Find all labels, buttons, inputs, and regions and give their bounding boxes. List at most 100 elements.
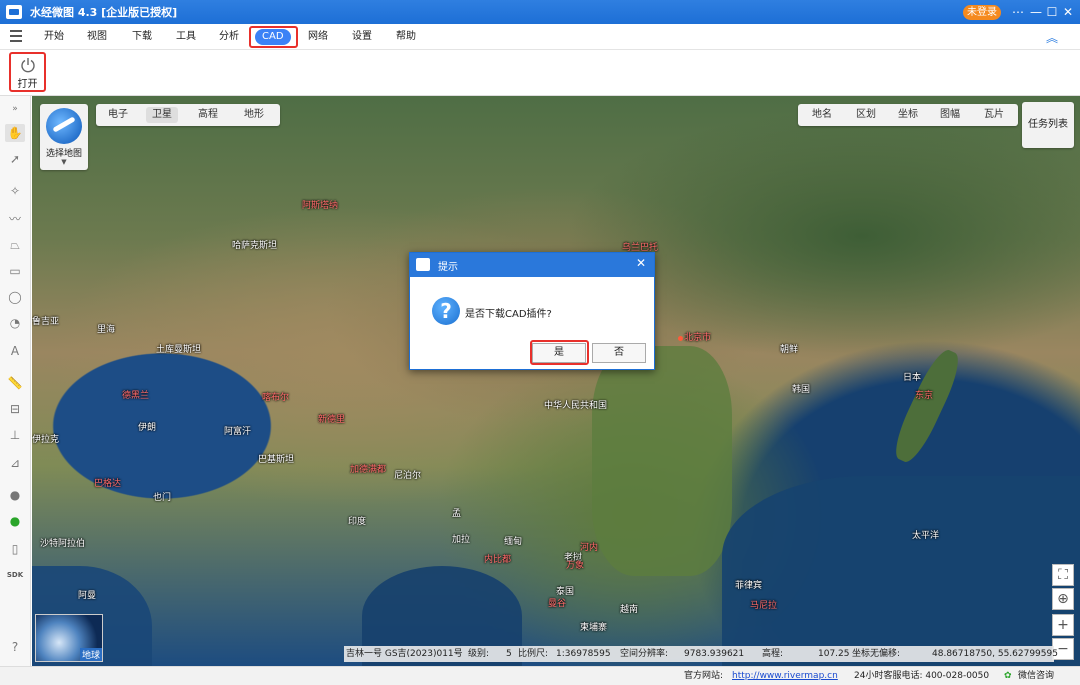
menu-settings[interactable]: 设置 [352, 29, 372, 45]
map-type-elevation[interactable]: 高程 [192, 107, 224, 123]
hotline: 24小时客服电话: 400-028-0050 [854, 671, 990, 681]
no-button[interactable]: 否 [592, 343, 646, 363]
map-status-bar: 吉林一号 GS吉(2023)011号 级别: 5 比例尺: 1:36978595… [344, 646, 1058, 662]
site-link[interactable]: http://www.rivermap.cn [732, 667, 838, 685]
maximize-button[interactable]: ☐ [1044, 4, 1060, 20]
fullscreen-icon[interactable]: ⛶ [1052, 564, 1074, 586]
layer-toggles: 地名 区划 坐标 图幅 瓦片 [798, 104, 1018, 126]
layer-sheets[interactable]: 图幅 [940, 107, 960, 123]
map-view[interactable]: 哈萨克斯坦 土库曼斯坦 阿富汗 巴基斯坦 伊朗 伊拉克 沙特阿拉伯 印度 尼泊尔… [32, 96, 1080, 666]
place-label: 里海 [97, 325, 116, 335]
city-label: 曼谷 [548, 599, 567, 609]
scale-value: 1:36978595 [556, 649, 611, 659]
menu-network[interactable]: 网络 [308, 29, 328, 45]
city-label: 新德里 [318, 415, 346, 425]
place-label: 巴基斯坦 [258, 455, 295, 465]
task-list-button[interactable]: 任务列表 [1022, 102, 1074, 148]
city-label: 巴格达 [94, 479, 122, 489]
place-label: 加拉 [452, 535, 471, 545]
wechat-consult[interactable]: 微信咨询 [1018, 667, 1054, 685]
city-label: 阿斯塔纳 [302, 201, 339, 211]
scale-label: 比例尺: [518, 649, 549, 659]
layer-color-icon[interactable]: ● [5, 486, 25, 504]
rectangle-icon[interactable]: ▭ [5, 262, 25, 280]
city-label: 河内 [580, 543, 599, 553]
download-cad-plugin-dialog: 提示 ✕ ? 是否下载CAD插件? 是 否 [409, 252, 655, 370]
place-label: 鲁吉亚 [32, 317, 60, 327]
place-label: 太平洋 [912, 531, 940, 541]
pan-hand-icon[interactable]: ✋ [5, 124, 25, 142]
city-label: 加德满都 [350, 465, 387, 475]
login-button[interactable]: 未登录 [963, 5, 1001, 20]
place-label: 伊拉克 [32, 435, 60, 445]
place-label: 阿曼 [78, 591, 97, 601]
sdk-icon[interactable]: SDK [5, 566, 25, 584]
link-icon[interactable]: ● [5, 512, 25, 530]
menu-help[interactable]: 帮助 [396, 29, 416, 45]
close-button[interactable]: ✕ [1060, 4, 1076, 20]
place-label: 阿富汗 [224, 427, 252, 437]
open-label: 打开 [17, 79, 38, 90]
more-icon[interactable]: ⋯ [1010, 4, 1026, 20]
menu-view[interactable]: 视图 [87, 29, 107, 45]
map-type-switcher: 电子 卫星 高程 地形 [96, 104, 280, 126]
sector-icon[interactable]: ◔ [5, 314, 25, 332]
data-source: 吉林一号 GS吉(2023)011号 [346, 649, 463, 659]
menu-analysis[interactable]: 分析 [219, 29, 239, 45]
layer-tiles[interactable]: 瓦片 [984, 107, 1004, 123]
profile-icon[interactable]: ⊿ [5, 454, 25, 472]
collapse-ribbon-icon[interactable]: ︽ [1046, 29, 1058, 46]
polyline-icon[interactable]: 〰 [5, 210, 25, 228]
dialog-message: 是否下载CAD插件? [465, 309, 552, 320]
map-sea-east [722, 476, 1080, 666]
dialog-title: 提示 [438, 262, 458, 273]
layer-place-names[interactable]: 地名 [812, 107, 832, 123]
zoom-in-button[interactable]: + [1052, 614, 1074, 636]
menu-start[interactable]: 开始 [44, 29, 64, 45]
place-label: 尼泊尔 [394, 471, 422, 481]
globe-plane-icon [46, 108, 82, 144]
resolution-label: 空间分辨率: [620, 649, 669, 659]
menu-download[interactable]: 下载 [132, 29, 152, 45]
text-icon[interactable]: A [5, 342, 25, 360]
select-map-button[interactable]: 选择地图 ▼ [40, 104, 88, 170]
dialog-close-icon[interactable]: ✕ [636, 256, 646, 270]
dialog-title-bar: 提示 ✕ [410, 253, 654, 277]
map-type-satellite[interactable]: 卫星 [146, 107, 178, 123]
ruler-icon[interactable]: 📏 [5, 374, 25, 392]
circle-icon[interactable]: ◯ [5, 288, 25, 306]
footer-bar: 官方网站: http://www.rivermap.cn 24小时客服电话: 4… [0, 666, 1080, 685]
city-label: 北京市 [684, 333, 712, 343]
place-label: 中华人民共和国 [544, 401, 608, 411]
phone-icon[interactable]: ▯ [5, 540, 25, 558]
menu-tools[interactable]: 工具 [176, 29, 196, 45]
place-label: 伊朗 [138, 423, 157, 433]
city-label: 万象 [566, 561, 585, 571]
expand-toolbar-icon[interactable]: » [5, 100, 25, 118]
left-toolbar: » ✋ ➚ ✧ 〰 ⏢ ▭ ◯ ◔ A 📏 ⊟ ⊥ ⊿ ● ● ▯ SDK ? [0, 96, 31, 666]
help-icon[interactable]: ? [5, 638, 25, 656]
minimize-button[interactable]: — [1028, 4, 1044, 20]
coord-value: 48.86718750, 55.62799595 [932, 649, 1058, 659]
yes-highlight-box [530, 340, 589, 365]
select-pointer-icon[interactable]: ➚ [5, 150, 25, 168]
place-label: 越南 [620, 605, 639, 615]
open-button[interactable]: 打开 [9, 52, 46, 92]
minimap-label: 地球 [80, 648, 103, 661]
point-marker-icon[interactable]: ✧ [5, 182, 25, 200]
power-icon [20, 58, 35, 73]
area-measure-icon[interactable]: ⊟ [5, 400, 25, 418]
elevation-label: 高程: [762, 649, 784, 659]
elevation-icon[interactable]: ⊥ [5, 426, 25, 444]
layer-coordinates[interactable]: 坐标 [898, 107, 918, 123]
app-logo-icon [6, 5, 22, 19]
place-label: 日本 [903, 373, 922, 383]
coord-label: 坐标无偏移: [852, 649, 901, 659]
map-type-electronic[interactable]: 电子 [102, 107, 134, 123]
locate-icon[interactable]: ⊕ [1052, 588, 1074, 610]
hamburger-menu-icon[interactable] [10, 30, 22, 42]
map-type-terrain[interactable]: 地形 [238, 107, 270, 123]
polygon-icon[interactable]: ⏢ [5, 236, 25, 254]
site-label: 官方网站: [684, 671, 724, 681]
layer-divisions[interactable]: 区划 [856, 107, 876, 123]
